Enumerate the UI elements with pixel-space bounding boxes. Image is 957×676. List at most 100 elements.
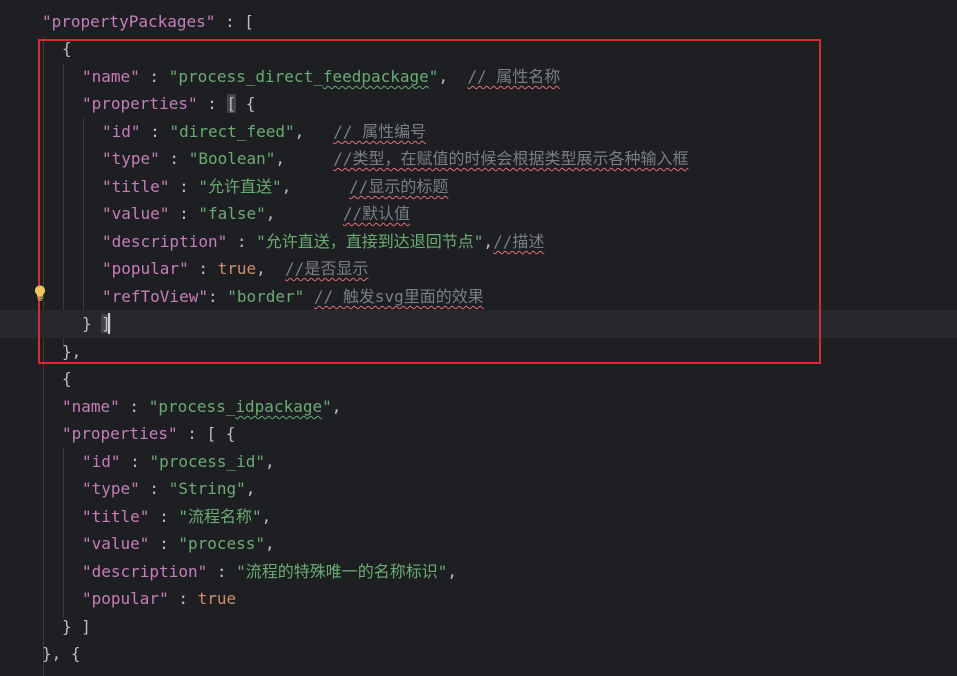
code-line[interactable]: "value" : "false", //默认值 (0, 200, 957, 228)
code-token: "description" (82, 562, 208, 581)
code-token: , (331, 397, 342, 416)
code-token: "流程名称" (178, 507, 262, 526)
code-token: true (197, 589, 237, 608)
code-token: }, (62, 342, 82, 361)
code-line[interactable]: "id" : "process_id", (0, 448, 957, 476)
code-token: "propertyPackages" (42, 12, 216, 31)
code-token: //描述 (493, 232, 545, 251)
code-token: "false" (198, 204, 266, 223)
code-token: //类型，在赋值的时候会根据类型展示各种输入框 (333, 149, 689, 168)
code-line[interactable]: "properties" : [ { (0, 90, 957, 118)
code-token: : (149, 507, 179, 526)
code-line[interactable]: "name" : "process_direct_feedpackage", /… (0, 63, 957, 91)
code-token: : (169, 204, 199, 223)
code-token: , (275, 149, 334, 168)
code-token: , (447, 562, 458, 581)
code-line[interactable]: "description" : "流程的特殊唯一的名称标识", (0, 558, 957, 586)
code-token: "process_ (148, 397, 236, 416)
code-token: "process_direct_ (168, 67, 323, 86)
code-line[interactable]: "properties" : [ { (0, 420, 957, 448)
code-token: // 属性编号 (333, 122, 427, 141)
code-token: "popular" (82, 589, 169, 608)
code-token: { (236, 94, 256, 113)
code-token: : (188, 259, 218, 278)
code-editor[interactable]: "propertyPackages" : [{"name" : "process… (0, 0, 957, 676)
code-token: : (168, 589, 198, 608)
code-token: : (159, 149, 189, 168)
code-token: "value" (82, 534, 150, 553)
code-token: //显示的标题 (349, 177, 449, 196)
code-token: //默认值 (342, 204, 411, 223)
code-line[interactable]: } ] (0, 310, 957, 338)
code-token: , (261, 507, 272, 526)
code-token: "允许直送，直接到达退回节点" (256, 232, 484, 251)
code-token: [ (226, 94, 237, 113)
code-token: { (62, 39, 72, 58)
code-token: "流程的特殊唯一的名称标识" (236, 562, 448, 581)
code-token: "title" (102, 177, 170, 196)
code-token: "process" (178, 534, 266, 553)
code-token: : (207, 287, 228, 306)
code-token: " (428, 67, 439, 86)
code-token: "popular" (102, 259, 189, 278)
code-token: , (483, 232, 494, 251)
code-token: , (281, 177, 350, 196)
code-line[interactable]: "refToView": "border" // 触发svg里面的效果 (0, 283, 957, 311)
code-token: , (265, 452, 275, 471)
code-line[interactable]: "type" : "Boolean", //类型，在赋值的时候会根据类型展示各种… (0, 145, 957, 173)
code-token: "border" (227, 287, 305, 306)
code-token: "type" (82, 479, 140, 498)
code-token: "properties" (82, 94, 198, 113)
code-token: : (140, 122, 170, 141)
code-token: : (197, 94, 227, 113)
code-line[interactable]: "title" : "流程名称", (0, 503, 957, 531)
code-token: "String" (168, 479, 246, 498)
code-line[interactable]: } ] (0, 613, 957, 641)
code-token: "Boolean" (188, 149, 276, 168)
code-line[interactable]: "type" : "String", (0, 475, 957, 503)
code-token: , (265, 534, 275, 553)
code-line[interactable]: }, { (0, 640, 957, 668)
code-line[interactable]: { (0, 35, 957, 63)
code-token: : (169, 177, 199, 196)
code-line[interactable]: "description" : "允许直送，直接到达退回节点",//描述 (0, 228, 957, 256)
code-line[interactable]: "popular" : true (0, 585, 957, 613)
code-line[interactable]: "propertyPackages" : [ (0, 8, 957, 36)
code-token: " (322, 397, 332, 416)
code-token: "type" (102, 149, 160, 168)
code-line[interactable]: "value" : "process", (0, 530, 957, 558)
text-caret (108, 313, 110, 334)
code-token: // 属性名称 (467, 67, 561, 86)
lightbulb-icon[interactable] (31, 284, 49, 302)
code-line[interactable]: "title" : "允许直送", //显示的标题 (0, 173, 957, 201)
code-token: "id" (102, 122, 141, 141)
code-token: { (62, 369, 72, 388)
code-token: "value" (102, 204, 170, 223)
code-token: : [ { (177, 424, 236, 443)
code-token: : (119, 397, 149, 416)
code-line[interactable]: }, (0, 338, 957, 366)
code-token: : (139, 479, 169, 498)
code-line[interactable]: "name" : "process_idpackage", (0, 393, 957, 421)
code-line[interactable]: { (0, 365, 957, 393)
code-token: : (207, 562, 237, 581)
code-token: "允许直送" (198, 177, 282, 196)
code-token: , (245, 479, 256, 498)
code-token: "direct_feed" (169, 122, 295, 141)
code-token: } ] (62, 617, 91, 636)
code-token: }, { (42, 644, 81, 663)
code-token: //是否显示 (285, 259, 369, 278)
code-line[interactable]: "id" : "direct_feed", // 属性编号 (0, 118, 957, 146)
code-token: "name" (62, 397, 120, 416)
code-token: : (227, 232, 257, 251)
code-line[interactable]: "popular" : true, //是否显示 (0, 255, 957, 283)
code-token: "process_id" (149, 452, 266, 471)
code-token: "properties" (62, 424, 178, 443)
code-token: : (139, 67, 169, 86)
code-token: , (438, 67, 468, 86)
code-token: : (120, 452, 150, 471)
code-token: feedpackage (322, 67, 429, 86)
code-token: } (82, 314, 102, 333)
code-token: : [ (215, 12, 254, 31)
